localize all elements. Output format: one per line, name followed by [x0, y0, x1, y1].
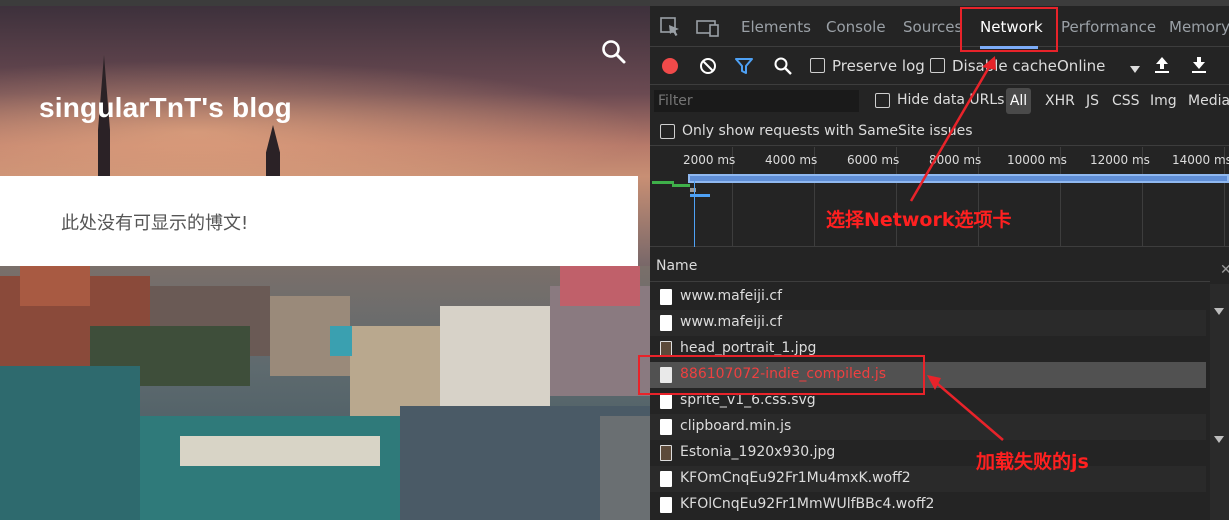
disable-cache-label: Disable cache — [952, 57, 1057, 75]
request-name: clipboard.min.js — [680, 418, 792, 434]
failed-request-highlight — [638, 355, 925, 395]
timeline-tick: 14000 ms — [1172, 153, 1229, 167]
preserve-log-label: Preserve log — [832, 57, 925, 75]
overview-bar-blue — [690, 194, 710, 197]
requests-table-header: Name — [650, 252, 1210, 282]
disable-cache-checkbox[interactable] — [930, 58, 945, 73]
type-filter-js[interactable]: JS — [1086, 93, 1099, 109]
table-row[interactable]: KFOmCnqEu92Fr1Mu4mxK.woff2 — [650, 466, 1206, 492]
chevron-down-icon[interactable] — [1214, 432, 1224, 448]
blog-title[interactable]: singularTnT's blog — [39, 92, 292, 124]
device-toolbar-icon[interactable] — [696, 17, 719, 37]
document-file-icon — [660, 393, 672, 409]
close-icon[interactable]: ✕ — [1220, 262, 1229, 278]
timeline-tick: 6000 ms — [847, 153, 900, 167]
search-icon[interactable] — [600, 38, 628, 66]
hide-data-urls-label: Hide data URLs — [897, 92, 1005, 108]
table-row[interactable]: clipboard.min.js — [650, 414, 1206, 440]
request-name: KFOlCnqEu92Fr1MmWUlfBBc4.woff2 — [680, 496, 935, 512]
name-column-header[interactable]: Name — [656, 258, 697, 274]
request-name: www.mafeiji.cf — [680, 314, 783, 330]
preserve-log-checkbox[interactable] — [810, 58, 825, 73]
filter-input[interactable] — [654, 90, 859, 112]
timeline-tick: 4000 ms — [765, 153, 818, 167]
request-name: Estonia_1920x930.jpg — [680, 444, 836, 460]
clear-icon[interactable] — [699, 57, 717, 79]
overview-bar-blue — [688, 174, 1229, 183]
record-button[interactable] — [662, 58, 678, 74]
filter-bar: Hide data URLs All XHR JS CSS Img Media — [650, 85, 1229, 118]
image-file-icon — [660, 445, 672, 461]
empty-posts-message: 此处没有可显示的博文! — [61, 213, 249, 234]
tab-sources[interactable]: Sources — [903, 18, 962, 36]
devtools-tab-bar: Elements Console Sources Network Perform… — [650, 6, 1229, 49]
tab-elements[interactable]: Elements — [741, 18, 811, 36]
inspect-element-icon[interactable] — [660, 17, 682, 37]
request-name: KFOmCnqEu92Fr1Mu4mxK.woff2 — [680, 470, 911, 486]
network-overview-timeline[interactable]: 2000 ms 4000 ms 6000 ms 8000 ms 10000 ms… — [650, 147, 1229, 247]
export-har-icon[interactable] — [1191, 56, 1207, 78]
requests-scrollbar[interactable] — [1210, 284, 1229, 520]
overview-bar-gray — [690, 188, 696, 192]
header-background-image — [0, 266, 650, 520]
request-name: www.mafeiji.cf — [680, 288, 783, 304]
requests-table-body: www.mafeiji.cf www.mafeiji.cf head_portr… — [650, 284, 1206, 520]
timeline-tick: 2000 ms — [683, 153, 736, 167]
overview-bar-green — [652, 181, 674, 184]
network-toolbar: Preserve log Disable cache Online — [650, 47, 1229, 85]
type-filter-all[interactable]: All — [1006, 88, 1031, 114]
tab-console[interactable]: Console — [826, 18, 886, 36]
type-filter-css[interactable]: CSS — [1112, 93, 1140, 109]
table-row[interactable]: KFOlCnqEu92Fr1MmWUlfBBc4.woff2 — [650, 492, 1206, 518]
samesite-label: Only show requests with SameSite issues — [682, 123, 973, 139]
table-row[interactable]: www.mafeiji.cf — [650, 284, 1206, 310]
document-file-icon — [660, 471, 672, 487]
tab-memory[interactable]: Memory — [1169, 18, 1229, 36]
throttling-select[interactable]: Online — [1057, 57, 1105, 75]
type-filter-img[interactable]: Img — [1150, 93, 1177, 109]
import-har-icon[interactable] — [1154, 56, 1170, 78]
network-tab-annotation: 选择Network选项卡 — [826, 209, 1012, 231]
devtools-panel: Elements Console Sources Network Perform… — [650, 0, 1229, 520]
request-name: head_portrait_1.jpg — [680, 340, 817, 356]
table-row[interactable]: Estonia_1920x930.jpg — [650, 440, 1206, 466]
tab-performance[interactable]: Performance — [1061, 18, 1156, 36]
search-icon[interactable] — [773, 56, 793, 80]
document-file-icon — [660, 289, 672, 305]
failed-js-annotation: 加载失败的js — [976, 451, 1089, 473]
script-file-icon — [660, 419, 672, 435]
timeline-tick: 10000 ms — [1007, 153, 1067, 167]
timeline-tick: 8000 ms — [929, 153, 982, 167]
document-file-icon — [660, 315, 672, 331]
network-tab-highlight — [960, 7, 1058, 52]
samesite-checkbox[interactable] — [660, 124, 675, 139]
type-filter-media[interactable]: Media — [1188, 93, 1229, 109]
post-list-card: 此处没有可显示的博文! — [0, 176, 638, 266]
domcontentloaded-line — [694, 181, 695, 247]
chevron-down-icon[interactable] — [1214, 304, 1224, 320]
blog-page: singularTnT's blog 此处没有可显示的博文! — [0, 0, 650, 520]
samesite-filter-row: Only show requests with SameSite issues — [650, 118, 1229, 146]
browser-top-strip — [0, 0, 650, 6]
overview-bar-green — [672, 184, 690, 187]
chevron-down-icon[interactable] — [1130, 62, 1140, 78]
timeline-tick: 12000 ms — [1090, 153, 1150, 167]
document-file-icon — [660, 497, 672, 513]
table-row[interactable]: www.mafeiji.cf — [650, 310, 1206, 336]
filter-icon[interactable] — [735, 57, 753, 79]
hide-data-urls-checkbox[interactable] — [875, 93, 890, 108]
type-filter-xhr[interactable]: XHR — [1045, 93, 1075, 109]
